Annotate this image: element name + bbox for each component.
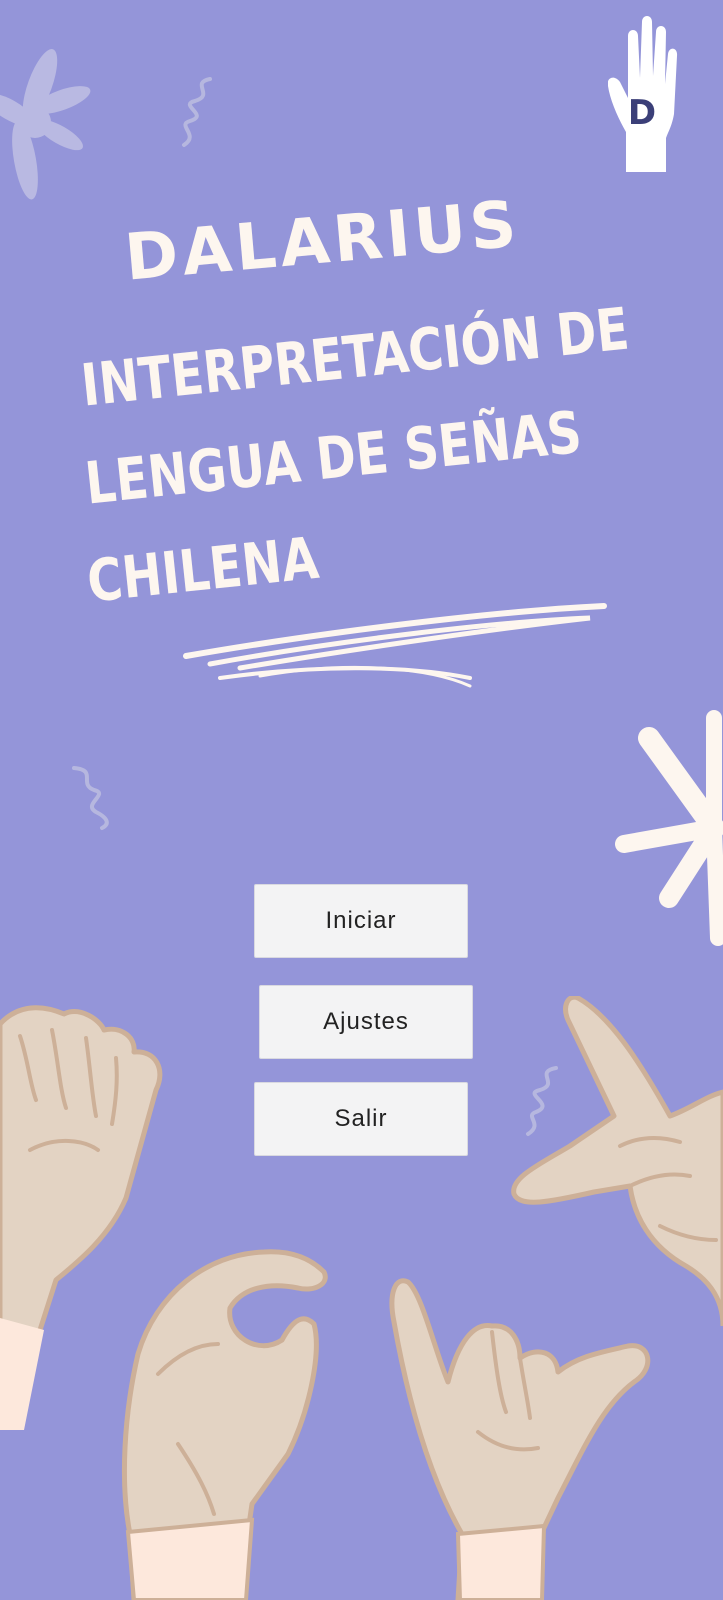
exit-button[interactable]: Salir [254, 1082, 468, 1156]
scribble-underline [183, 603, 607, 688]
squiggle-icon [182, 77, 212, 147]
subtitle-line-2: LENGUA DE SEÑAS [82, 397, 585, 518]
start-button[interactable]: Iniciar [254, 884, 468, 958]
flower-icon [0, 49, 91, 200]
hand-sign-icon [511, 996, 723, 1326]
squiggle-icon [72, 766, 109, 830]
hand-logo-icon: D [608, 16, 678, 172]
settings-button[interactable]: Ajustes [259, 985, 473, 1059]
logo-letter: D [628, 93, 656, 133]
app-brand-title: DALARIUS [122, 187, 524, 296]
hand-sign-icon [121, 1249, 328, 1600]
star-burst-icon [615, 710, 723, 946]
